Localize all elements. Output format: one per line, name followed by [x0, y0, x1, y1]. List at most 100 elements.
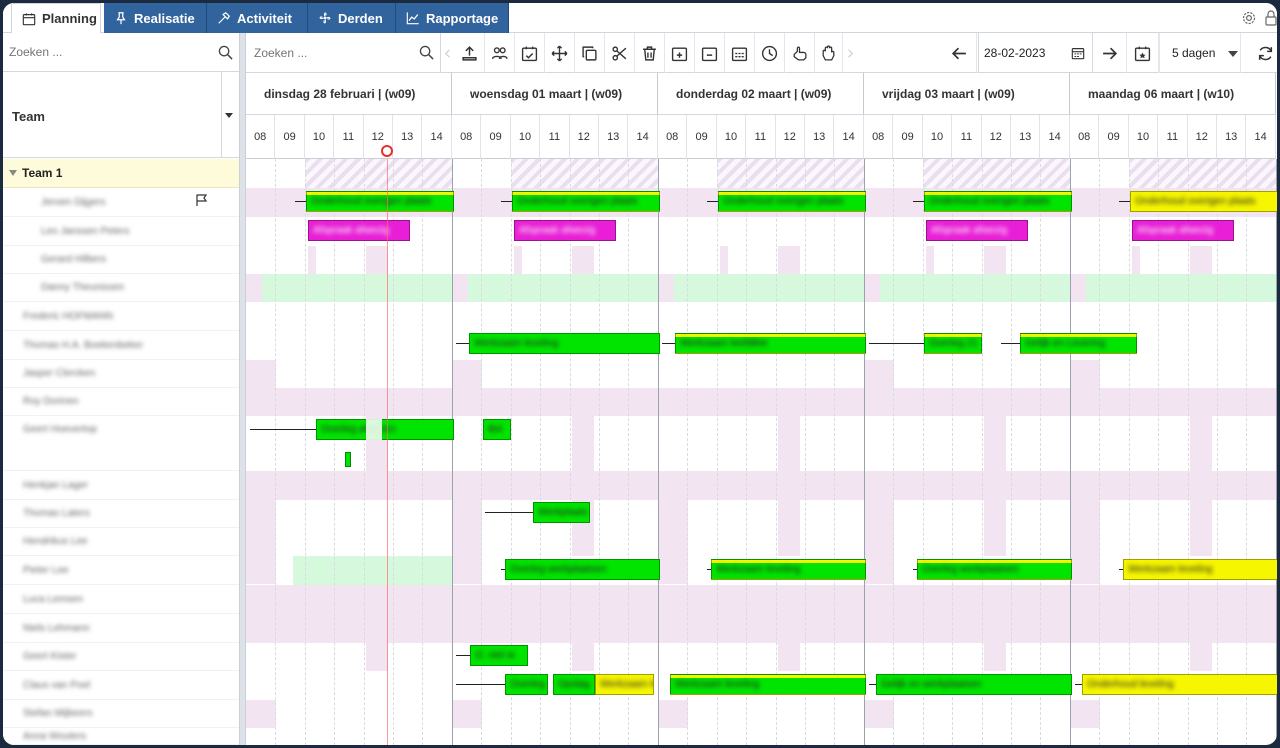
calendar-icon[interactable]	[1071, 46, 1085, 60]
planner-toolbar: 28-02-2023 5 dagen	[246, 33, 1277, 73]
hour-gridline	[1246, 159, 1248, 745]
calendar-check-button[interactable]	[515, 33, 545, 73]
event-bar[interactable]: Werkzaam leveling	[711, 559, 866, 580]
event-bar[interactable]: Afspraak afwezig	[308, 220, 410, 241]
prev-date-button[interactable]	[943, 33, 977, 73]
event-bar[interactable]: Werkzaam leveling	[670, 674, 866, 695]
tab-derden[interactable]: Derden	[308, 3, 396, 33]
move-button[interactable]	[545, 33, 575, 73]
event-bar[interactable]: Onderhoud overigen plaats	[924, 191, 1072, 212]
event-bar[interactable]: Werkzaam leveling	[469, 333, 660, 354]
event-bar[interactable]: Onderhoud overigen plaats	[512, 191, 660, 212]
resource-search-input[interactable]	[9, 45, 209, 59]
copy-button[interactable]	[575, 33, 605, 73]
event-bar[interactable]: Werkzaam leveling	[1123, 559, 1277, 580]
caret-down-icon[interactable]	[225, 113, 233, 118]
event-bar[interactable]: Werkzaam leefdikte	[675, 333, 866, 354]
search-icon[interactable]	[419, 45, 434, 60]
calendar-plus-button[interactable]	[665, 33, 695, 73]
resource-name: Roy Dorinen	[23, 396, 79, 407]
gear-icon[interactable]	[1241, 10, 1257, 26]
date-input[interactable]: 28-02-2023	[978, 33, 1093, 73]
chevron-right-button[interactable]	[843, 33, 857, 73]
hour-gridline	[746, 159, 748, 745]
event-bar[interactable]: Afspraak afwezig	[926, 220, 1028, 241]
upload-button[interactable]	[455, 33, 485, 73]
resource-name: Frederic HOFMANN	[23, 310, 114, 322]
event-bar[interactable]: Onderhoud overigen plaats	[1130, 191, 1277, 212]
team-group-row[interactable]: Team 1	[3, 159, 239, 188]
resource-row[interactable]: Geert Hoevertop	[3, 416, 239, 471]
event-bar[interactable]: Onderhoud overigen plaats	[306, 191, 454, 212]
event-bar[interactable]: Overleg 21	[924, 333, 982, 354]
connector-line	[456, 655, 470, 656]
event-bar[interactable]: Afspraak afwezig	[514, 220, 616, 241]
chevron-right-icon	[848, 48, 854, 58]
connector-line	[913, 201, 924, 202]
hand-stop-button[interactable]	[815, 33, 843, 73]
calendar-grid-icon	[731, 46, 748, 61]
collapse-triangle-icon[interactable]	[9, 170, 17, 176]
event-bar[interactable]: Werkplaats	[533, 502, 590, 523]
clock-button[interactable]	[755, 33, 785, 73]
event-bar[interactable]: Onderhoud overigen plaats	[718, 191, 866, 212]
availability-block	[246, 471, 1277, 500]
event-bar[interactable]: Werkzaam leveling	[595, 674, 654, 695]
scissors-button[interactable]	[605, 33, 635, 73]
tab-realisatie[interactable]: Realisatie	[104, 3, 207, 33]
resource-row[interactable]: Pieter Lee	[3, 556, 239, 585]
event-bar[interactable]: Gelijk en Levering	[1020, 333, 1137, 354]
calendar-minus-button[interactable]	[695, 33, 725, 73]
resource-row[interactable]: Danny Theunissen	[3, 274, 239, 302]
tab-planning[interactable]: Planning	[11, 3, 101, 33]
search-icon[interactable]	[218, 45, 233, 60]
event-label: Afspraak afwezig	[313, 225, 390, 236]
tab-rapportage[interactable]: Rapportage	[396, 3, 509, 33]
resource-row[interactable]: Jasper Clercken	[3, 360, 239, 388]
event-bar[interactable]: Opslag	[553, 674, 595, 695]
hour-gridline	[1128, 159, 1130, 745]
planner-search-input[interactable]	[254, 46, 414, 60]
calendar-star-icon	[1134, 46, 1151, 61]
resource-row[interactable]: Thomas Laters	[3, 500, 239, 528]
event-bar[interactable]: Afspraak afwezig	[1132, 220, 1234, 241]
event-bar[interactable]: Overleg afwezen	[316, 419, 454, 440]
resource-row[interactable]: Claus van Poel	[3, 671, 239, 700]
lock-icon[interactable]	[1265, 10, 1277, 26]
event-bar[interactable]: Gelijk en werkplaatsen	[876, 674, 1072, 695]
tab-activiteit[interactable]: Activiteit	[207, 3, 308, 33]
resource-row[interactable]: Luca Lemsen	[3, 585, 239, 614]
event-bar[interactable]: O. niet w	[470, 645, 528, 666]
resource-row[interactable]: Geert Kister	[3, 643, 239, 671]
event-bar[interactable]: Overleg werkplaatsen	[917, 559, 1072, 580]
resource-row[interactable]: Hendrikus Lee	[3, 528, 239, 556]
resource-row[interactable]: Jeroen Dijgers	[3, 188, 239, 217]
calendar-grid-button[interactable]	[725, 33, 755, 73]
chevron-left-button[interactable]	[441, 33, 455, 73]
resource-row[interactable]: Henkjan Lager	[3, 471, 239, 500]
event-bar[interactable]	[345, 452, 351, 467]
today-button[interactable]	[1127, 33, 1159, 73]
resource-row[interactable]: Niels Lehmann	[3, 614, 239, 643]
resource-row[interactable]: Frederic HOFMANN	[3, 302, 239, 331]
resource-row[interactable]: Leo Janssen Peters	[3, 217, 239, 246]
event-bar[interactable]: Onderhoud leveling	[1082, 674, 1277, 695]
event-bar[interactable]: Overleg werkplaatsen	[505, 559, 660, 580]
people-button[interactable]	[485, 33, 515, 73]
team-column-header[interactable]: Team	[3, 72, 239, 158]
resource-row[interactable]: Gerard Hilbers	[3, 246, 239, 274]
refresh-button[interactable]	[1254, 33, 1277, 73]
hand-point-button[interactable]	[785, 33, 815, 73]
resource-row[interactable]: Anna Wouters	[3, 728, 239, 745]
resource-row[interactable]: Thomas H.A. Boekenbeker	[3, 331, 239, 360]
trash-button[interactable]	[635, 33, 665, 73]
resource-row[interactable]: Roy Dorinen	[3, 388, 239, 416]
resource-name: Gerard Hilbers	[41, 254, 107, 265]
event-label: Overleg werkplaatsen	[922, 564, 1019, 575]
event-bar[interactable]: Bel	[483, 419, 511, 440]
panel-splitter[interactable]	[239, 33, 246, 745]
days-select[interactable]: 5 dagen	[1159, 33, 1241, 73]
event-bar[interactable]: Overleg	[505, 674, 548, 695]
resource-row[interactable]: Stefan Mijbeers	[3, 700, 239, 728]
next-date-button[interactable]	[1093, 33, 1127, 73]
